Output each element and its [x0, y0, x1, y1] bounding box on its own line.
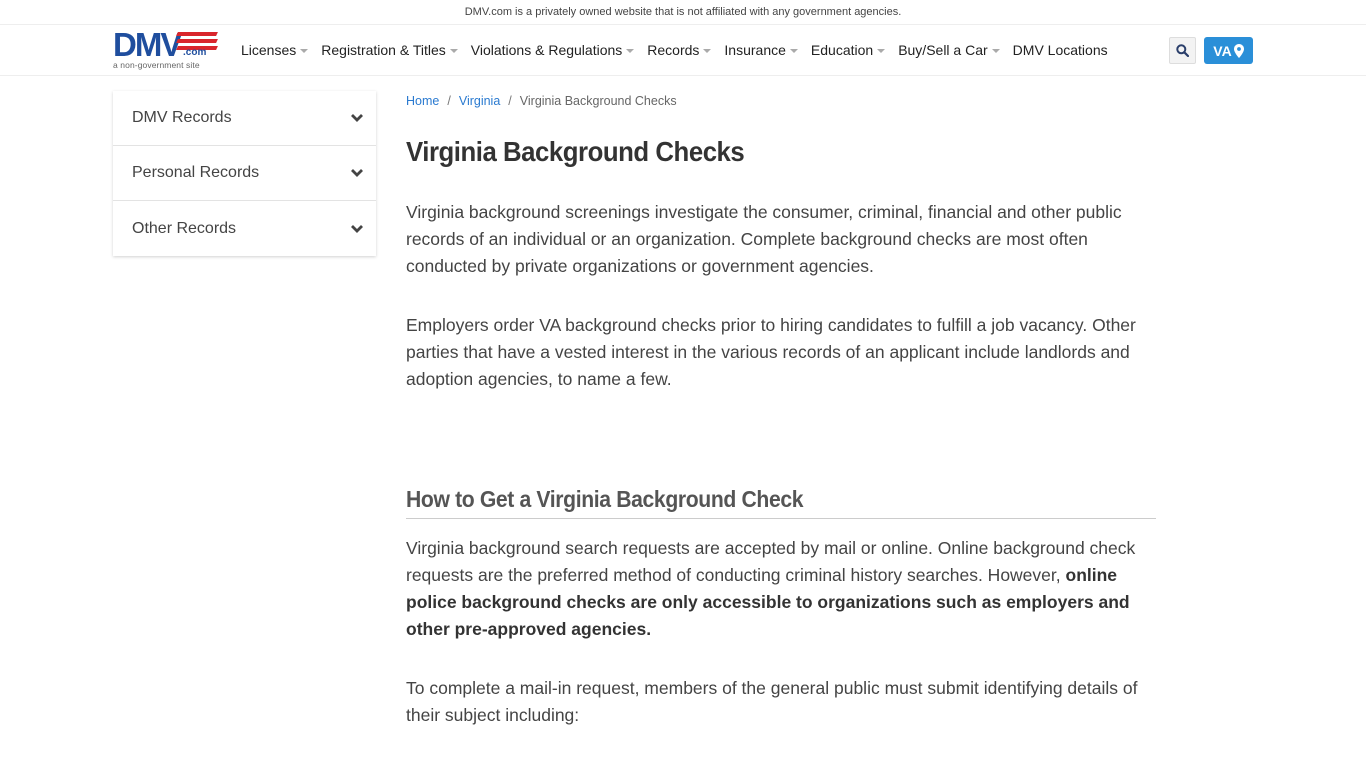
page-title: Virginia Background Checks: [406, 136, 745, 167]
nav-registration-titles[interactable]: Registration & Titles: [321, 42, 458, 58]
nav-label: Records: [647, 42, 700, 58]
sidebar-item-label: DMV Records: [132, 109, 232, 126]
nav-label: Insurance: [724, 42, 786, 58]
caret-down-icon: [789, 49, 798, 53]
disclaimer-bar: DMV.com is a privately owned website tha…: [0, 0, 1366, 25]
intro-paragraph: Virginia background screenings investiga…: [406, 202, 1122, 276]
chevron-down-icon: [351, 114, 363, 122]
search-icon: [1176, 44, 1189, 57]
section-heading: How to Get a Virginia Background Check: [406, 486, 1156, 519]
dmv-logo[interactable]: DMV .com a non-government site: [113, 26, 223, 73]
sidebar-item-label: Other Records: [132, 219, 237, 237]
sidebar-item-dmv-records[interactable]: DMV Records: [113, 91, 376, 146]
nav-label: Licenses: [241, 42, 297, 58]
sidebar-item-personal-records[interactable]: Personal Records: [113, 146, 376, 201]
breadcrumb-virginia[interactable]: Virginia: [459, 94, 500, 108]
caret-down-icon: [449, 49, 458, 53]
nav-label: Education: [810, 42, 874, 58]
breadcrumb-separator: /: [508, 94, 512, 108]
mail-in-paragraph: To complete a mail-in request, members o…: [406, 678, 1138, 725]
nav-violations-regulations[interactable]: Violations & Regulations: [471, 42, 635, 58]
section-heading-text: How to Get a Virginia Background Check: [406, 486, 804, 512]
logo-tagline: a non-government site: [113, 60, 200, 70]
search-button[interactable]: [1169, 37, 1196, 64]
nav-label: Violations & Regulations: [470, 42, 623, 58]
main-content: Home / Virginia / Virginia Background Checks…: [406, 91, 1156, 729]
caret-down-icon: [626, 49, 635, 53]
nav-buy-sell-car[interactable]: Buy/Sell a Car: [898, 42, 1000, 58]
caret-down-icon: [991, 49, 1000, 53]
sidebar-item-other-records[interactable]: Other Records: [113, 201, 376, 256]
nav-dmv-locations[interactable]: DMV Locations: [1013, 42, 1108, 58]
breadcrumb-separator: /: [447, 94, 451, 108]
nav-licenses[interactable]: Licenses: [241, 42, 309, 58]
nav-records[interactable]: Records: [647, 42, 712, 58]
nav-label: Buy/Sell a Car: [898, 42, 988, 58]
nav-insurance[interactable]: Insurance: [724, 42, 798, 58]
map-marker-icon: [1233, 43, 1244, 58]
nav-label: DMV Locations: [1012, 42, 1108, 58]
chevron-down-icon: [351, 224, 363, 233]
sidebar-item-label: Personal Records: [132, 164, 260, 181]
logo-wordmark: DMV: [113, 26, 182, 63]
employers-paragraph: Employers order VA background checks pri…: [406, 315, 1136, 389]
state-label: VA: [1213, 42, 1232, 59]
state-selector-button[interactable]: VA: [1204, 37, 1253, 64]
request-methods-paragraph: Virginia background search requests are …: [406, 535, 1156, 643]
nav-education[interactable]: Education: [810, 42, 886, 58]
breadcrumb: Home / Virginia / Virginia Background Checks: [406, 91, 1156, 111]
nav-label: Registration & Titles: [321, 42, 446, 58]
chevron-down-icon: [351, 169, 363, 177]
site-header: DMV .com a non-government site Licenses …: [0, 25, 1366, 76]
breadcrumb-current: Virginia Background Checks: [519, 94, 677, 108]
records-sidebar: DMV Records Personal Records Other Recor…: [113, 91, 376, 256]
logo-suffix: .com: [183, 47, 207, 58]
caret-down-icon: [877, 49, 886, 53]
caret-down-icon: [703, 49, 712, 53]
caret-down-icon: [300, 49, 309, 53]
paragraph-text: Virginia background search requests are …: [406, 538, 1136, 585]
disclaimer-text: DMV.com is a privately owned website tha…: [464, 6, 902, 18]
main-nav: Licenses Registration & Titles Violation…: [241, 25, 1121, 75]
breadcrumb-home[interactable]: Home: [406, 94, 439, 108]
